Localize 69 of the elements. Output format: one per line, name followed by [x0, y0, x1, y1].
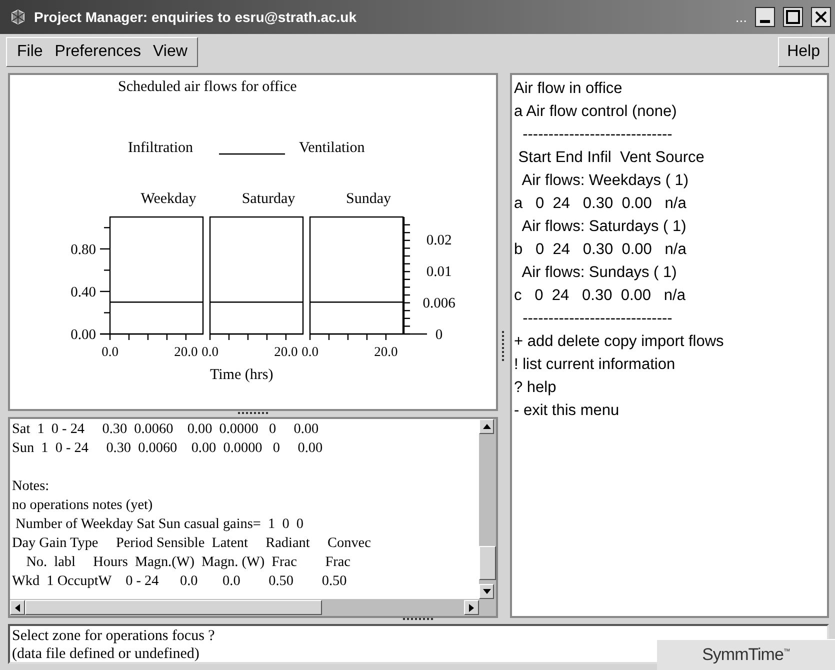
- minimize-icon: [760, 20, 770, 22]
- app-icon: [10, 9, 26, 25]
- menu-item[interactable]: Preferences: [48, 43, 148, 61]
- menu-item[interactable]: File: [11, 43, 49, 61]
- tick-label: 20.0: [374, 344, 398, 359]
- menu-line[interactable]: + add delete copy import flows: [514, 330, 825, 353]
- close-button[interactable]: [811, 7, 831, 27]
- maximize-button[interactable]: [783, 7, 803, 27]
- tick-label: 0.0: [302, 344, 318, 359]
- axis-title: Time (hrs): [210, 367, 274, 384]
- menu-line[interactable]: - exit this menu: [514, 399, 825, 422]
- status-text: (data file defined or undefined): [12, 645, 200, 663]
- splitter-handle[interactable]: [502, 330, 506, 360]
- vertical-scrollbar[interactable]: [479, 419, 496, 599]
- menu-line[interactable]: ! list current information: [514, 353, 825, 376]
- text-line: no operations notes (yet): [12, 496, 153, 515]
- legend-label: Ventilation: [298, 140, 365, 157]
- tick-label: 0.40: [70, 284, 96, 300]
- tick-label: 0.80: [70, 242, 96, 258]
- legend-label: Infiltration: [128, 140, 193, 157]
- help-button[interactable]: Help: [778, 37, 829, 67]
- text-line: Sun 1 0 - 24 0.30 0.0060 0.00 0.0000 0 0.00: [12, 439, 323, 458]
- text-line: Sat 1 0 - 24 0.30 0.0060 0.00 0.0000 0 0.00: [12, 420, 319, 439]
- tick-label: 0.00: [70, 327, 96, 343]
- text-line: Notes:: [12, 477, 50, 496]
- window-title: Project Manager: enquiries to esru@strath.ac.uk: [34, 9, 358, 25]
- menu-line[interactable]: Air flows: Weekdays ( 1): [514, 169, 825, 192]
- panel-title: Sunday: [346, 191, 391, 207]
- menu-line[interactable]: Air flow in office: [514, 77, 825, 100]
- text-line: Day Gain Type Period Sensible Latent Radiant Convec: [12, 534, 371, 553]
- menu-line[interactable]: -----------------------------: [514, 307, 825, 330]
- tick-label: 0.0: [102, 344, 118, 359]
- close-icon: [814, 10, 828, 24]
- menu-item[interactable]: View: [147, 43, 194, 61]
- menu-line[interactable]: b 0 24 0.30 0.00 n/a: [514, 238, 825, 261]
- down-arrow-icon[interactable]: [482, 589, 490, 594]
- menu-line[interactable]: ? help: [514, 376, 825, 399]
- panel-title: Weekday: [140, 191, 196, 207]
- scroll-thumb[interactable]: [25, 600, 322, 615]
- legend-line: [218, 152, 285, 154]
- menu-line[interactable]: a Air flow control (none): [514, 100, 825, 123]
- panel-title: Saturday: [242, 191, 296, 207]
- tick-label: 20.0: [174, 344, 198, 359]
- menu-line[interactable]: Air flows: Saturdays ( 1): [514, 215, 825, 238]
- text-line: No. labl Hours Magn.(W) Magn. (W) Frac Frac: [25, 553, 350, 572]
- tick-label: 20.0: [274, 344, 298, 359]
- minimize-button[interactable]: [755, 7, 775, 27]
- graph-title: Scheduled air flows for office: [118, 79, 297, 96]
- scroll-thumb[interactable]: [479, 546, 496, 580]
- menu-line[interactable]: c 0 24 0.30 0.00 n/a: [514, 284, 825, 307]
- title-overflow: ...: [735, 9, 747, 25]
- menu-line[interactable]: Start End Infil Vent Source: [514, 146, 825, 169]
- menu-line[interactable]: Air flows: Sundays ( 1): [514, 261, 825, 284]
- maximize-icon: [786, 10, 800, 24]
- tick-label: 0: [435, 327, 443, 343]
- tick-label: 0.02: [426, 232, 452, 248]
- menu-line[interactable]: -----------------------------: [514, 123, 825, 146]
- tick-label: 0.0: [202, 344, 218, 359]
- horizontal-scrollbar[interactable]: [10, 599, 496, 616]
- status-text: Select zone for operations focus ?: [12, 627, 215, 645]
- logo-text: SymmTime$^{™}$: [702, 645, 790, 665]
- text-line: Number of Weekday Sat Sun casual gains= 1 0 0: [14, 515, 304, 534]
- up-arrow-icon[interactable]: [482, 424, 490, 429]
- menu-line[interactable]: a 0 24 0.30 0.00 n/a: [514, 192, 825, 215]
- left-arrow-icon[interactable]: [15, 604, 20, 612]
- tick-label: 0.006: [422, 296, 456, 312]
- text-line: Wkd 1 OccuptW 0 - 24 0.0 0.0 0.50 0.50: [12, 572, 347, 591]
- right-arrow-icon[interactable]: [469, 604, 474, 612]
- tick-label: 0.01: [426, 264, 452, 280]
